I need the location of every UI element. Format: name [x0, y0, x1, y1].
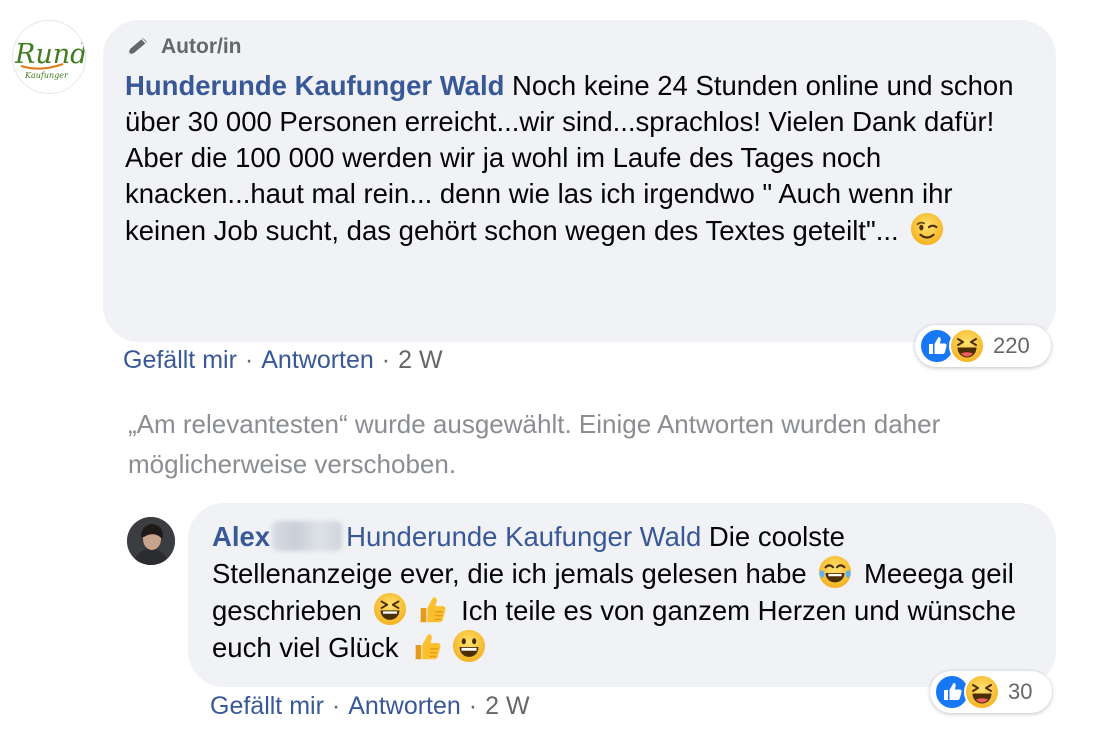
thumbs-up-icon	[410, 629, 444, 663]
reaction-count: 220	[993, 333, 1030, 358]
reaction-summary[interactable]: 220	[915, 325, 1051, 367]
page-avatar[interactable]: Runde Kaufunger	[12, 20, 86, 94]
tears-of-joy-icon	[818, 555, 852, 589]
svg-text:Runde: Runde	[14, 39, 86, 70]
reply-avatar[interactable]	[127, 517, 175, 565]
comment-actions: Gefällt mir · Antworten · 2 W	[123, 346, 443, 375]
reply-button[interactable]: Antworten	[261, 346, 374, 375]
like-button[interactable]: Gefällt mir	[210, 692, 324, 721]
tagged-page-link[interactable]: Hunderunde Kaufunger Wald	[346, 521, 701, 552]
author-badge-label: Autor/in	[161, 35, 242, 58]
blurred-surname	[272, 521, 343, 551]
reply-reaction-summary[interactable]: 30	[930, 671, 1052, 713]
pen-icon	[128, 38, 147, 55]
comment-timestamp[interactable]: 2 W	[398, 346, 442, 375]
like-button[interactable]: Gefällt mir	[123, 346, 237, 375]
hunderunde-logo-icon: Runde Kaufunger	[13, 21, 86, 93]
user-avatar-icon	[127, 517, 175, 565]
haha-reaction-icon	[949, 328, 985, 364]
reply-button[interactable]: Antworten	[348, 692, 461, 721]
separator: ·	[331, 692, 341, 720]
main-comment-bubble: Autor/in Hunderunde Kaufunger Wald Noch …	[103, 20, 1056, 342]
reply-timestamp[interactable]: 2 W	[485, 692, 529, 721]
thumbs-up-icon	[415, 592, 449, 626]
haha-reaction-icon	[964, 674, 1000, 710]
comment-author-link[interactable]: Hunderunde Kaufunger Wald	[125, 70, 504, 101]
main-comment-text: Hunderunde Kaufunger Wald Noch keine 24 …	[125, 68, 1034, 249]
reply-actions: Gefällt mir · Antworten · 2 W	[210, 692, 530, 721]
grinning-squinting-icon	[373, 592, 407, 626]
reply-comment-text: Alex Hunderunde Kaufunger Wald Die coolst…	[212, 519, 1032, 666]
author-badge: Autor/in	[125, 34, 1034, 60]
winking-face-icon	[910, 212, 944, 246]
reply-author-link[interactable]: Alex	[212, 521, 270, 552]
separator: ·	[381, 346, 391, 374]
reply-comment-bubble: Alex Hunderunde Kaufunger Wald Die coolst…	[188, 503, 1056, 687]
separator: ·	[468, 692, 478, 720]
svg-text:Kaufunger: Kaufunger	[24, 71, 69, 80]
reaction-count: 30	[1008, 679, 1033, 704]
separator: ·	[244, 346, 254, 374]
comment-body-part2: Aber die 100 000 werden wir ja wohl im L…	[125, 142, 953, 246]
sort-notice: „Am relevantesten“ wurde ausgewählt. Ein…	[128, 409, 941, 479]
grinning-icon	[452, 629, 486, 663]
